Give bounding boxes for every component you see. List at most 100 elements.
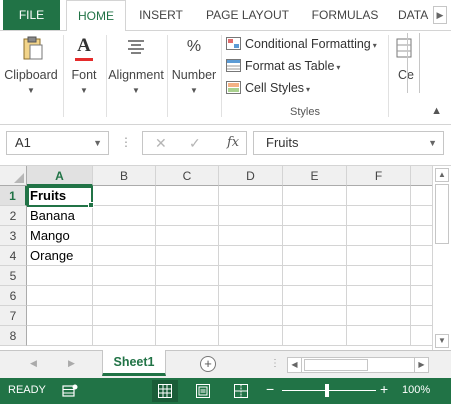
cell-g7[interactable] (411, 306, 432, 326)
fill-handle[interactable] (88, 202, 94, 208)
scroll-down-icon[interactable]: ▼ (435, 334, 449, 348)
cell-e5[interactable] (283, 266, 347, 286)
column-header-b[interactable]: B (93, 166, 156, 186)
cell-b5[interactable] (93, 266, 156, 286)
cell-g1[interactable] (411, 186, 432, 206)
enter-icon[interactable]: ✓ (189, 135, 201, 152)
zoom-out-button[interactable]: − (266, 381, 274, 397)
cell-f1[interactable] (347, 186, 411, 206)
cell-f5[interactable] (347, 266, 411, 286)
row-header-7[interactable]: 7 (0, 306, 27, 326)
zoom-level[interactable]: 100% (402, 384, 430, 396)
cell-a6[interactable] (27, 286, 93, 306)
cell-c1[interactable] (156, 186, 219, 206)
sheet-tab-sheet1[interactable]: Sheet1 (102, 350, 166, 376)
cell-e6[interactable] (283, 286, 347, 306)
cell-a7[interactable] (27, 306, 93, 326)
cell-b6[interactable] (93, 286, 156, 306)
cell-a2[interactable]: Banana (27, 206, 93, 226)
conditional-formatting-button[interactable]: Conditional Formatting ▾ (226, 35, 377, 53)
cell-a5[interactable] (27, 266, 93, 286)
tab-page-layout[interactable]: PAGE LAYOUT (200, 0, 295, 30)
clipboard-button[interactable]: Clipboard ▼ (2, 31, 60, 121)
cell-d3[interactable] (219, 226, 283, 246)
cell-b1[interactable] (93, 186, 156, 206)
add-sheet-button[interactable]: + (200, 356, 216, 372)
cell-f7[interactable] (347, 306, 411, 326)
cell-d7[interactable] (219, 306, 283, 326)
chevron-down-icon[interactable]: ▼ (428, 132, 437, 154)
cell-d5[interactable] (219, 266, 283, 286)
zoom-in-button[interactable]: + (380, 381, 388, 397)
column-header-g[interactable] (411, 166, 432, 186)
resize-handle-icon[interactable]: ⋮ (120, 135, 132, 149)
cell-d1[interactable] (219, 186, 283, 206)
cell-g6[interactable] (411, 286, 432, 306)
cell-d4[interactable] (219, 246, 283, 266)
next-sheet-icon[interactable]: ▶ (68, 358, 75, 369)
cell-c7[interactable] (156, 306, 219, 326)
row-header-1[interactable]: 1 (0, 186, 27, 206)
cell-a1[interactable]: Fruits (27, 186, 93, 206)
cell-b4[interactable] (93, 246, 156, 266)
cell-a3[interactable]: Mango (27, 226, 93, 246)
cell-b2[interactable] (93, 206, 156, 226)
cell-f6[interactable] (347, 286, 411, 306)
row-header-6[interactable]: 6 (0, 286, 27, 306)
cell-c2[interactable] (156, 206, 219, 226)
tab-data[interactable]: DATA (398, 0, 438, 30)
alignment-button[interactable]: Alignment ▼ (107, 31, 165, 121)
tab-scroll-right-button[interactable]: ▶ (433, 6, 447, 24)
page-break-view-button[interactable] (228, 380, 254, 402)
vertical-scroll-thumb[interactable] (435, 184, 449, 244)
column-header-f[interactable]: F (347, 166, 411, 186)
row-header-3[interactable]: 3 (0, 226, 27, 246)
cell-d2[interactable] (219, 206, 283, 226)
chevron-down-icon[interactable]: ▼ (93, 132, 102, 154)
cell-e8[interactable] (283, 326, 347, 346)
tab-file[interactable]: FILE (3, 0, 60, 30)
scroll-up-icon[interactable]: ▲ (435, 168, 449, 182)
cell-e7[interactable] (283, 306, 347, 326)
column-header-d[interactable]: D (219, 166, 283, 186)
horizontal-scroll-thumb[interactable] (304, 359, 368, 371)
column-header-c[interactable]: C (156, 166, 219, 186)
cell-f2[interactable] (347, 206, 411, 226)
cell-d8[interactable] (219, 326, 283, 346)
collapse-ribbon-icon[interactable]: ▲ (431, 105, 442, 117)
format-as-table-button[interactable]: Format as Table ▾ (226, 57, 340, 75)
cell-f3[interactable] (347, 226, 411, 246)
cell-e1[interactable] (283, 186, 347, 206)
tab-split-handle-icon[interactable]: ⋮ (270, 358, 280, 369)
row-header-5[interactable]: 5 (0, 266, 27, 286)
select-all-button[interactable] (0, 166, 27, 186)
vertical-scrollbar[interactable]: ▲ ▼ (432, 166, 451, 350)
horizontal-scrollbar[interactable]: ◀ ▶ (287, 357, 429, 373)
insert-function-button[interactable]: fx (227, 135, 239, 150)
cell-e4[interactable] (283, 246, 347, 266)
cell-g2[interactable] (411, 206, 432, 226)
cell-g4[interactable] (411, 246, 432, 266)
cell-c3[interactable] (156, 226, 219, 246)
cell-e3[interactable] (283, 226, 347, 246)
zoom-slider[interactable] (282, 390, 376, 391)
column-header-e[interactable]: E (283, 166, 347, 186)
cell-b7[interactable] (93, 306, 156, 326)
formula-input[interactable]: Fruits ▼ (253, 131, 444, 155)
row-header-4[interactable]: 4 (0, 246, 27, 266)
name-box[interactable]: A1 ▼ (6, 131, 109, 155)
font-button[interactable]: A Font ▼ (66, 31, 102, 121)
cell-a4[interactable]: Orange (27, 246, 93, 266)
previous-sheet-icon[interactable]: ◀ (30, 358, 37, 369)
tab-home[interactable]: HOME (66, 0, 126, 31)
cell-b3[interactable] (93, 226, 156, 246)
cell-styles-button[interactable]: Cell Styles ▾ (226, 79, 310, 97)
column-header-a[interactable]: A (27, 166, 93, 186)
tab-insert[interactable]: INSERT (133, 0, 189, 30)
cell-g8[interactable] (411, 326, 432, 346)
tab-formulas[interactable]: FORMULAS (305, 0, 385, 30)
cell-c4[interactable] (156, 246, 219, 266)
cell-f8[interactable] (347, 326, 411, 346)
cell-b8[interactable] (93, 326, 156, 346)
cell-c8[interactable] (156, 326, 219, 346)
